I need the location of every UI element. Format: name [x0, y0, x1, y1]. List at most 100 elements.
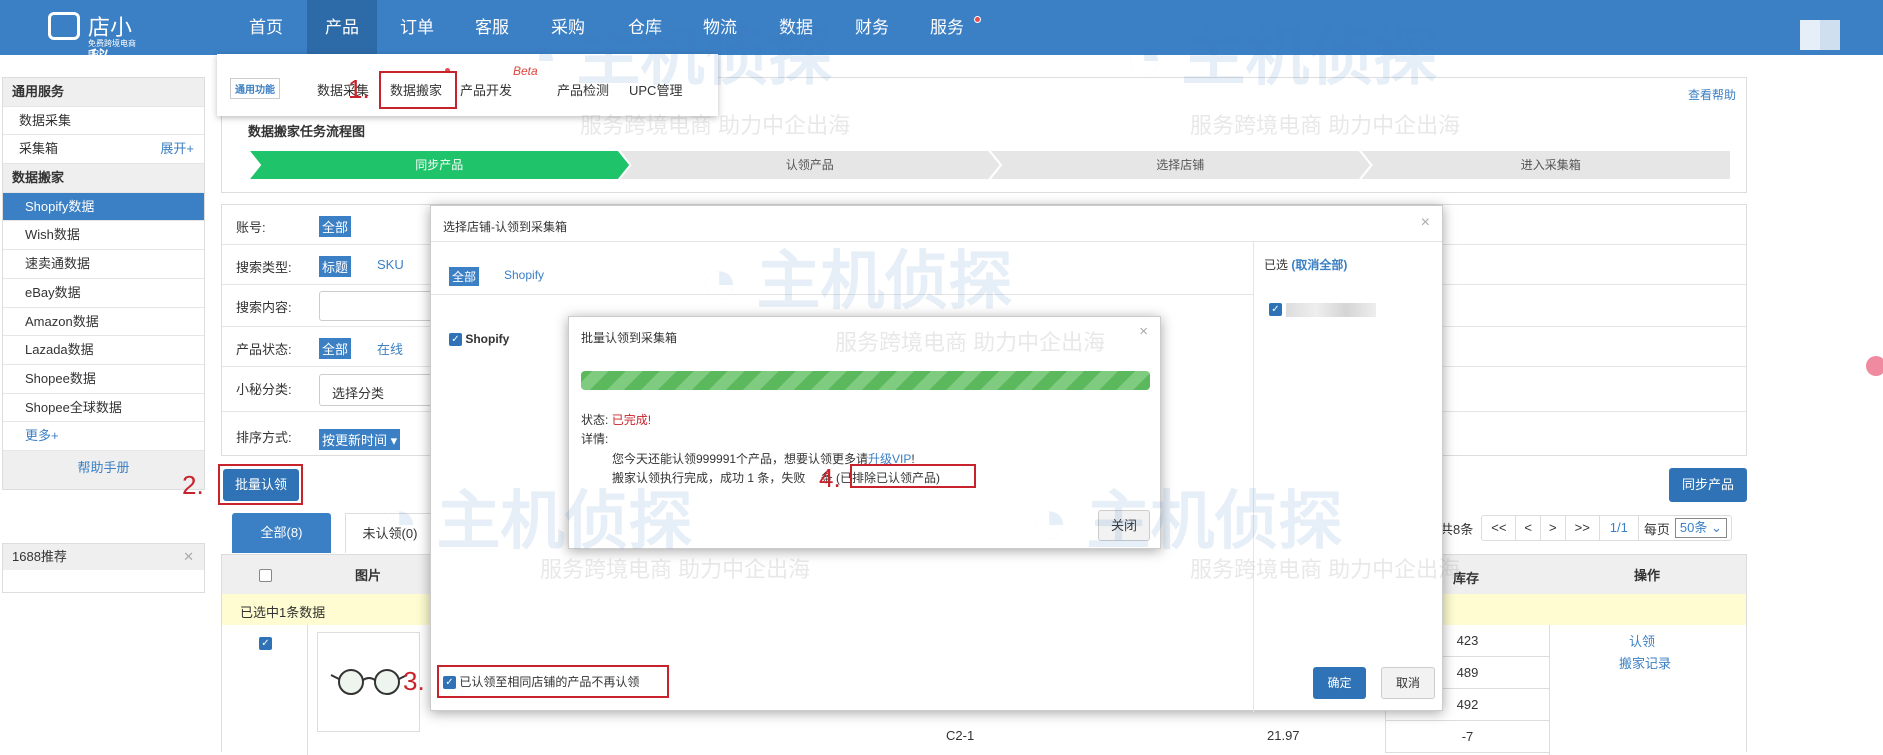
sidebar-item[interactable]: eBay数据 — [3, 279, 204, 308]
sidebar-item[interactable]: Lazada数据 — [3, 336, 204, 365]
select-all-checkbox[interactable] — [259, 569, 272, 582]
nav-item[interactable]: 首页 — [231, 0, 301, 55]
nav-item[interactable]: 客服 — [457, 0, 527, 55]
search-type-sku[interactable]: SKU — [377, 257, 404, 272]
account-label: 账号: — [236, 220, 266, 235]
annotation-3: 3. — [403, 666, 425, 696]
nav-item[interactable]: 产品 — [307, 0, 377, 55]
logo[interactable]: 店小秘 免费跨境电商ERP — [48, 4, 148, 72]
floating-chat-icon[interactable] — [1866, 356, 1883, 376]
store-checkbox-shopify[interactable]: ✓ Shopify — [449, 332, 509, 347]
robot-icon — [48, 12, 80, 40]
sidebar-item[interactable]: 速卖通数据 — [3, 250, 204, 279]
annotation-box-4 — [850, 464, 976, 488]
menu-item-upc[interactable]: UPC管理 — [629, 80, 682, 99]
close-button[interactable]: 关闭 — [1098, 510, 1150, 541]
status-label: 产品状态: — [236, 342, 292, 357]
help-manual-link[interactable]: 帮助手册 — [3, 450, 204, 489]
close-icon[interactable]: ✕ — [183, 544, 194, 570]
menu-item-product-dev[interactable]: 产品开发 — [460, 80, 512, 99]
nav-item[interactable]: 服务 — [912, 0, 982, 55]
header-image: 图片 — [355, 568, 382, 583]
tab-all[interactable]: 全部(8) — [232, 513, 331, 553]
detail-line2: 搬家认领执行完成，成功 1 条，失败 — [612, 471, 809, 485]
help-link[interactable]: 查看帮助 — [1688, 86, 1736, 103]
nav-item[interactable]: 订单 — [382, 0, 452, 55]
header-stock: 库存 — [1453, 571, 1480, 586]
sidebar-item[interactable]: Shopee全球数据 — [3, 394, 204, 423]
account-all[interactable]: 全部 — [319, 216, 352, 237]
flow-step-label: 进入采集箱 — [1521, 157, 1581, 172]
flow-step-label: 选择店铺 — [1156, 158, 1204, 172]
sidebar-item[interactable]: Wish数据 — [3, 221, 204, 251]
glasses-image — [330, 669, 407, 695]
store-tab-shopify[interactable]: Shopify — [504, 268, 544, 282]
selected-label: 已选 — [1264, 258, 1289, 272]
nav-item[interactable]: 采购 — [533, 0, 603, 55]
last-page-button[interactable]: >> — [1566, 516, 1600, 540]
beta-badge: Beta — [513, 64, 538, 78]
close-icon[interactable]: × — [1139, 323, 1148, 340]
dialog-title: 批量认领到采集箱 — [581, 331, 678, 345]
pagination: 共8条 << < > >> 1/1 每页 50条 ⌄ — [1440, 515, 1732, 541]
row-checkbox[interactable]: ✓ — [259, 637, 272, 650]
checkbox: ✓ — [1269, 303, 1282, 317]
total-count: 共8条 — [1440, 521, 1474, 537]
product-dropdown-menu: 通用功能 数据采集 数据搬家 产品开发 Beta 产品检测 UPC管理 1. — [217, 54, 718, 116]
selected-store[interactable]: ✓ — [1269, 301, 1376, 317]
status-all[interactable]: 全部 — [319, 338, 352, 359]
cancel-button[interactable]: 取消 — [1381, 667, 1435, 699]
logo-subtitle: 免费跨境电商ERP — [88, 39, 136, 58]
sync-products-button[interactable]: 同步产品 — [1669, 468, 1747, 502]
status-online[interactable]: 在线 — [377, 339, 403, 358]
status-label: 状态: — [581, 413, 609, 427]
dialog-title: 选择店铺-认领到采集箱 — [443, 220, 567, 234]
flow-step-label: 认领产品 — [786, 158, 834, 172]
user-avatar[interactable] — [1800, 20, 1840, 50]
sidebar-item-collect-box[interactable]: 采集箱 展开+ — [3, 135, 204, 165]
first-page-button[interactable]: << — [1482, 516, 1517, 540]
detail-label: 详情: — [581, 432, 609, 446]
next-page-button[interactable]: > — [1541, 516, 1566, 540]
sort-dropdown[interactable]: 按更新时间 ▾ — [319, 429, 401, 450]
cancel-all-link[interactable]: (取消全部) — [1291, 258, 1347, 272]
menu-item-product-check[interactable]: 产品检测 — [557, 80, 609, 99]
sidebar-item[interactable]: Amazon数据 — [3, 308, 204, 337]
migration-record-link[interactable]: 搬家记录 — [1619, 653, 1671, 672]
progress-bar — [581, 371, 1150, 390]
confirm-button[interactable]: 确定 — [1313, 667, 1366, 699]
nav-item[interactable]: 仓库 — [610, 0, 680, 55]
price-cell: 21.97 — [1267, 728, 1300, 743]
flow-title: 数据搬家任务流程图 — [248, 124, 366, 139]
store-tab-all[interactable]: 全部 — [449, 267, 480, 286]
close-icon[interactable]: × — [1421, 214, 1430, 232]
sidebar-item-data-collect[interactable]: 数据采集 — [3, 107, 204, 136]
expand-link[interactable]: 展开+ — [160, 135, 194, 164]
sidebar-header-migration: 数据搬家 — [3, 164, 204, 193]
blurred-store-name — [1286, 302, 1376, 317]
annotation-box-2 — [218, 464, 303, 505]
annotation-2: 2. — [182, 470, 204, 500]
search-content-input[interactable] — [319, 291, 439, 321]
nav-item[interactable]: 财务 — [837, 0, 907, 55]
checkbox: ✓ — [449, 333, 462, 347]
category-select[interactable]: 选择分类 — [319, 374, 439, 406]
common-functions-badge: 通用功能 — [230, 78, 280, 99]
recommend-panel: 1688推荐 ✕ — [2, 543, 205, 593]
flow-steps-svg: 同步产品 认领产品 选择店铺 进入采集箱 — [248, 150, 1730, 180]
per-page-select[interactable]: 50条 ⌄ — [1674, 518, 1727, 538]
sidebar-item[interactable]: Shopify数据 — [3, 192, 204, 222]
claim-link[interactable]: 认领 — [1629, 631, 1655, 650]
sidebar-more[interactable]: 更多+ — [3, 422, 204, 451]
batch-claim-progress-dialog: 批量认领到采集箱 × 状态: 已完成! 详情: 您今天还能认领999991个产品… — [568, 316, 1161, 549]
sidebar-item[interactable]: Shopee数据 — [3, 365, 204, 394]
tab-unclaimed[interactable]: 未认领(0) — [345, 513, 435, 553]
nav-item[interactable]: 物流 — [685, 0, 755, 55]
search-type-title[interactable]: 标题 — [319, 256, 352, 277]
recommend-title: 1688推荐 — [12, 549, 67, 564]
search-type-label: 搜索类型: — [236, 260, 292, 275]
annotation-box-1 — [379, 71, 457, 109]
nav-item[interactable]: 数据 — [761, 0, 831, 55]
prev-page-button[interactable]: < — [1516, 516, 1542, 540]
header-ops: 操作 — [1634, 568, 1661, 583]
